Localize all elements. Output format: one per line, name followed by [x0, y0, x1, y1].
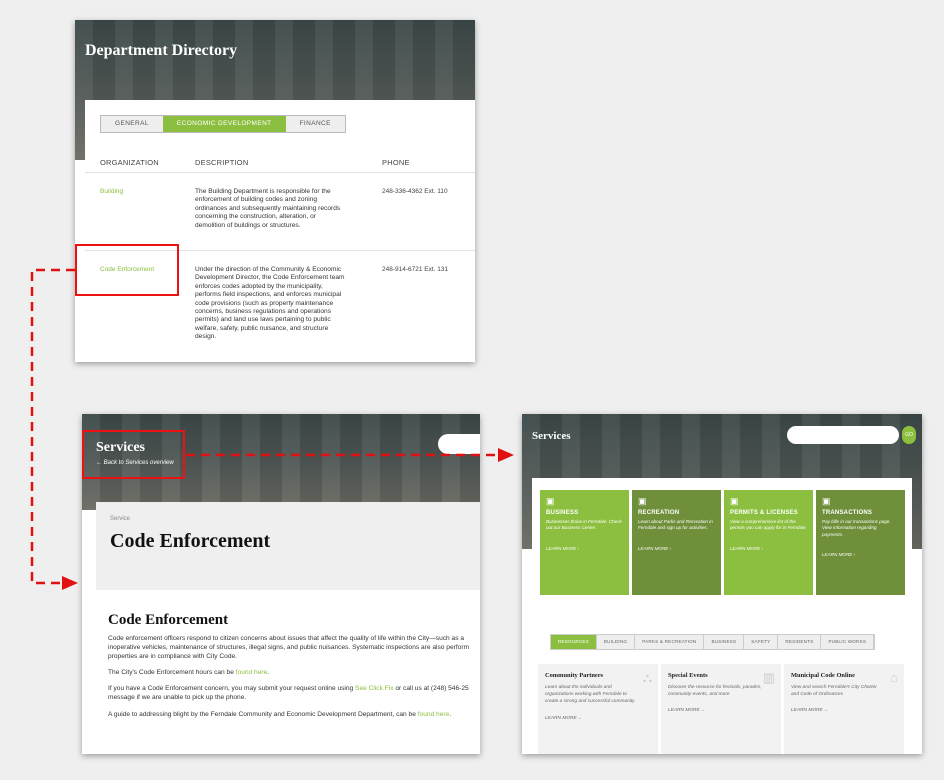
arrow-head [498, 448, 514, 462]
flow-arrows [30, 268, 514, 590]
arrow-head [62, 576, 78, 590]
arrow-directory-to-service [30, 268, 75, 585]
